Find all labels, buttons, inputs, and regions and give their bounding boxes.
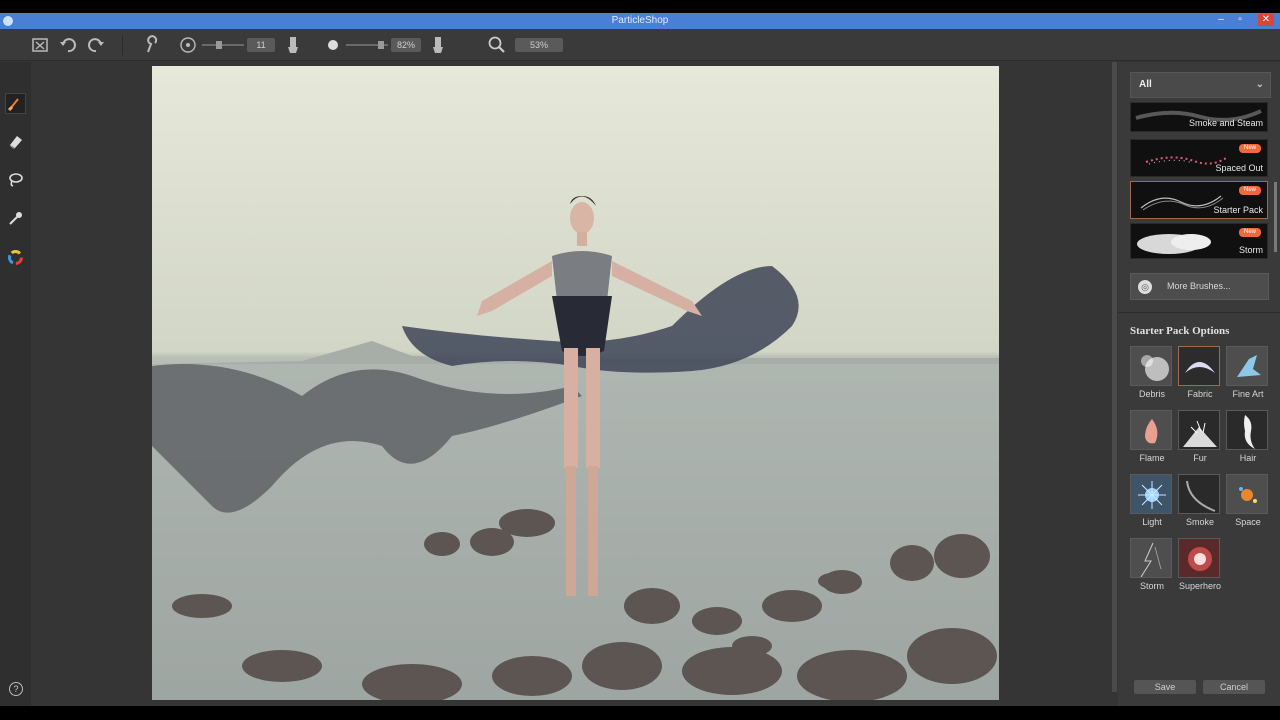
- maximize-icon[interactable]: ▫: [1234, 14, 1246, 26]
- title-bar: ParticleShop – ▫ ✕: [0, 13, 1280, 29]
- opacity-icon: [323, 35, 343, 55]
- toolbar-separator: [122, 35, 123, 55]
- fabric-thumbnail: [1178, 346, 1220, 386]
- save-button[interactable]: Save: [1134, 680, 1196, 694]
- brush-list-scrollbar[interactable]: [1274, 182, 1277, 252]
- opacity-knob[interactable]: [378, 41, 384, 49]
- brush-filter-select[interactable]: All ⌄: [1130, 72, 1271, 98]
- brush-panel: All ⌄ Smoke and Steam New Spaced Out New…: [1118, 62, 1280, 710]
- cancel-button[interactable]: Cancel: [1203, 680, 1265, 694]
- option-label: Space: [1235, 517, 1261, 527]
- option-space[interactable]: Space: [1226, 474, 1270, 530]
- chevron-down-icon: ⌄: [1255, 79, 1264, 90]
- opacity-slider[interactable]: [346, 41, 388, 49]
- opacity-value[interactable]: 82%: [391, 38, 421, 52]
- option-label: Fur: [1193, 453, 1207, 463]
- brush-size-icon: [178, 35, 198, 55]
- option-label: Light: [1142, 517, 1162, 527]
- left-toolbox: ?: [0, 62, 31, 710]
- option-fine-art[interactable]: Fine Art: [1226, 346, 1270, 402]
- close-icon[interactable]: ✕: [1258, 14, 1274, 26]
- canvas-scrollbar[interactable]: [1112, 62, 1117, 692]
- zoom-icon[interactable]: [487, 35, 507, 55]
- brush-size-value[interactable]: 11: [247, 38, 275, 52]
- option-label: Storm: [1139, 581, 1164, 591]
- help-icon[interactable]: ?: [9, 682, 23, 696]
- more-brushes-button[interactable]: ◎ More Brushes...: [1130, 273, 1269, 300]
- option-label: Superhero: [1178, 581, 1222, 591]
- options-title: Starter Pack Options: [1130, 325, 1230, 337]
- stylus-opacity-icon[interactable]: [428, 35, 448, 55]
- eyedropper-icon[interactable]: [5, 209, 26, 230]
- debris-thumbnail: [1130, 346, 1172, 386]
- new-badge: New: [1239, 228, 1261, 237]
- globe-icon: ◎: [1138, 280, 1152, 294]
- brush-item-label: Storm: [1238, 245, 1263, 255]
- brush-item-smoke-and-steam[interactable]: Smoke and Steam: [1130, 102, 1268, 132]
- undo-icon[interactable]: [58, 35, 78, 55]
- brush-item-spaced-out[interactable]: New Spaced Out: [1130, 139, 1268, 177]
- brush-size-slider[interactable]: [202, 41, 244, 49]
- option-superhero[interactable]: Superhero: [1178, 538, 1222, 594]
- clear-canvas-icon[interactable]: [30, 35, 50, 55]
- brush-size-knob[interactable]: [216, 41, 222, 49]
- top-letterbox: [0, 0, 1280, 13]
- paintbrush-icon[interactable]: [5, 93, 26, 114]
- new-badge: New: [1239, 186, 1261, 195]
- brush-item-label: Starter Pack: [1213, 205, 1263, 215]
- brush-item-storm[interactable]: New Storm: [1130, 223, 1268, 259]
- option-flame[interactable]: Flame: [1130, 410, 1174, 466]
- option-debris[interactable]: Debris: [1130, 346, 1174, 402]
- storm-thumbnail: [1130, 538, 1172, 578]
- more-brushes-label: More Brushes...: [1167, 281, 1231, 291]
- option-label: Debris: [1138, 389, 1165, 399]
- hair-thumbnail: [1226, 410, 1268, 450]
- option-fabric[interactable]: Fabric: [1178, 346, 1222, 402]
- option-light[interactable]: Light: [1130, 474, 1174, 530]
- brush-item-label: Smoke and Steam: [1188, 118, 1263, 128]
- option-smoke[interactable]: Smoke: [1178, 474, 1222, 530]
- superhero-thumbnail: [1178, 538, 1220, 578]
- panel-divider: [1118, 312, 1280, 313]
- light-thumbnail: [1130, 474, 1172, 514]
- option-fur[interactable]: Fur: [1178, 410, 1222, 466]
- toolbar: 11 82% 53%: [0, 29, 1280, 61]
- option-storm[interactable]: Storm: [1130, 538, 1174, 594]
- redo-icon[interactable]: [86, 35, 106, 55]
- smoke-thumbnail: [1178, 474, 1220, 514]
- bottom-letterbox: [0, 706, 1280, 720]
- stylus-size-icon[interactable]: [283, 35, 303, 55]
- lasso-icon[interactable]: [5, 170, 26, 191]
- canvas-image[interactable]: [152, 66, 999, 700]
- brush-item-label: Spaced Out: [1215, 163, 1263, 173]
- space-thumbnail: [1226, 474, 1268, 514]
- fur-thumbnail: [1178, 410, 1220, 450]
- flame-thumbnail: [1130, 410, 1172, 450]
- minimize-icon[interactable]: –: [1215, 14, 1227, 26]
- app-window: ParticleShop – ▫ ✕ 11 82% 53% ? All ⌄ Sm…: [0, 0, 1280, 720]
- option-hair[interactable]: Hair: [1226, 410, 1270, 466]
- fine-art-thumbnail: [1226, 346, 1268, 386]
- brush-filter-value: All: [1139, 79, 1152, 90]
- eraser-icon[interactable]: [5, 132, 26, 153]
- color-wheel-icon[interactable]: [5, 248, 26, 269]
- brush-pressure-icon[interactable]: [142, 35, 162, 55]
- option-label: Fine Art: [1232, 389, 1264, 399]
- window-title: ParticleShop: [611, 15, 669, 26]
- option-label: Hair: [1239, 453, 1257, 463]
- option-label: Flame: [1139, 453, 1165, 463]
- option-label: Fabric: [1187, 389, 1213, 399]
- app-icon: [3, 16, 13, 26]
- zoom-value[interactable]: 53%: [515, 38, 563, 52]
- new-badge: New: [1239, 144, 1261, 153]
- brush-item-starter-pack[interactable]: New Starter Pack: [1130, 181, 1268, 219]
- option-label: Smoke: [1185, 517, 1214, 527]
